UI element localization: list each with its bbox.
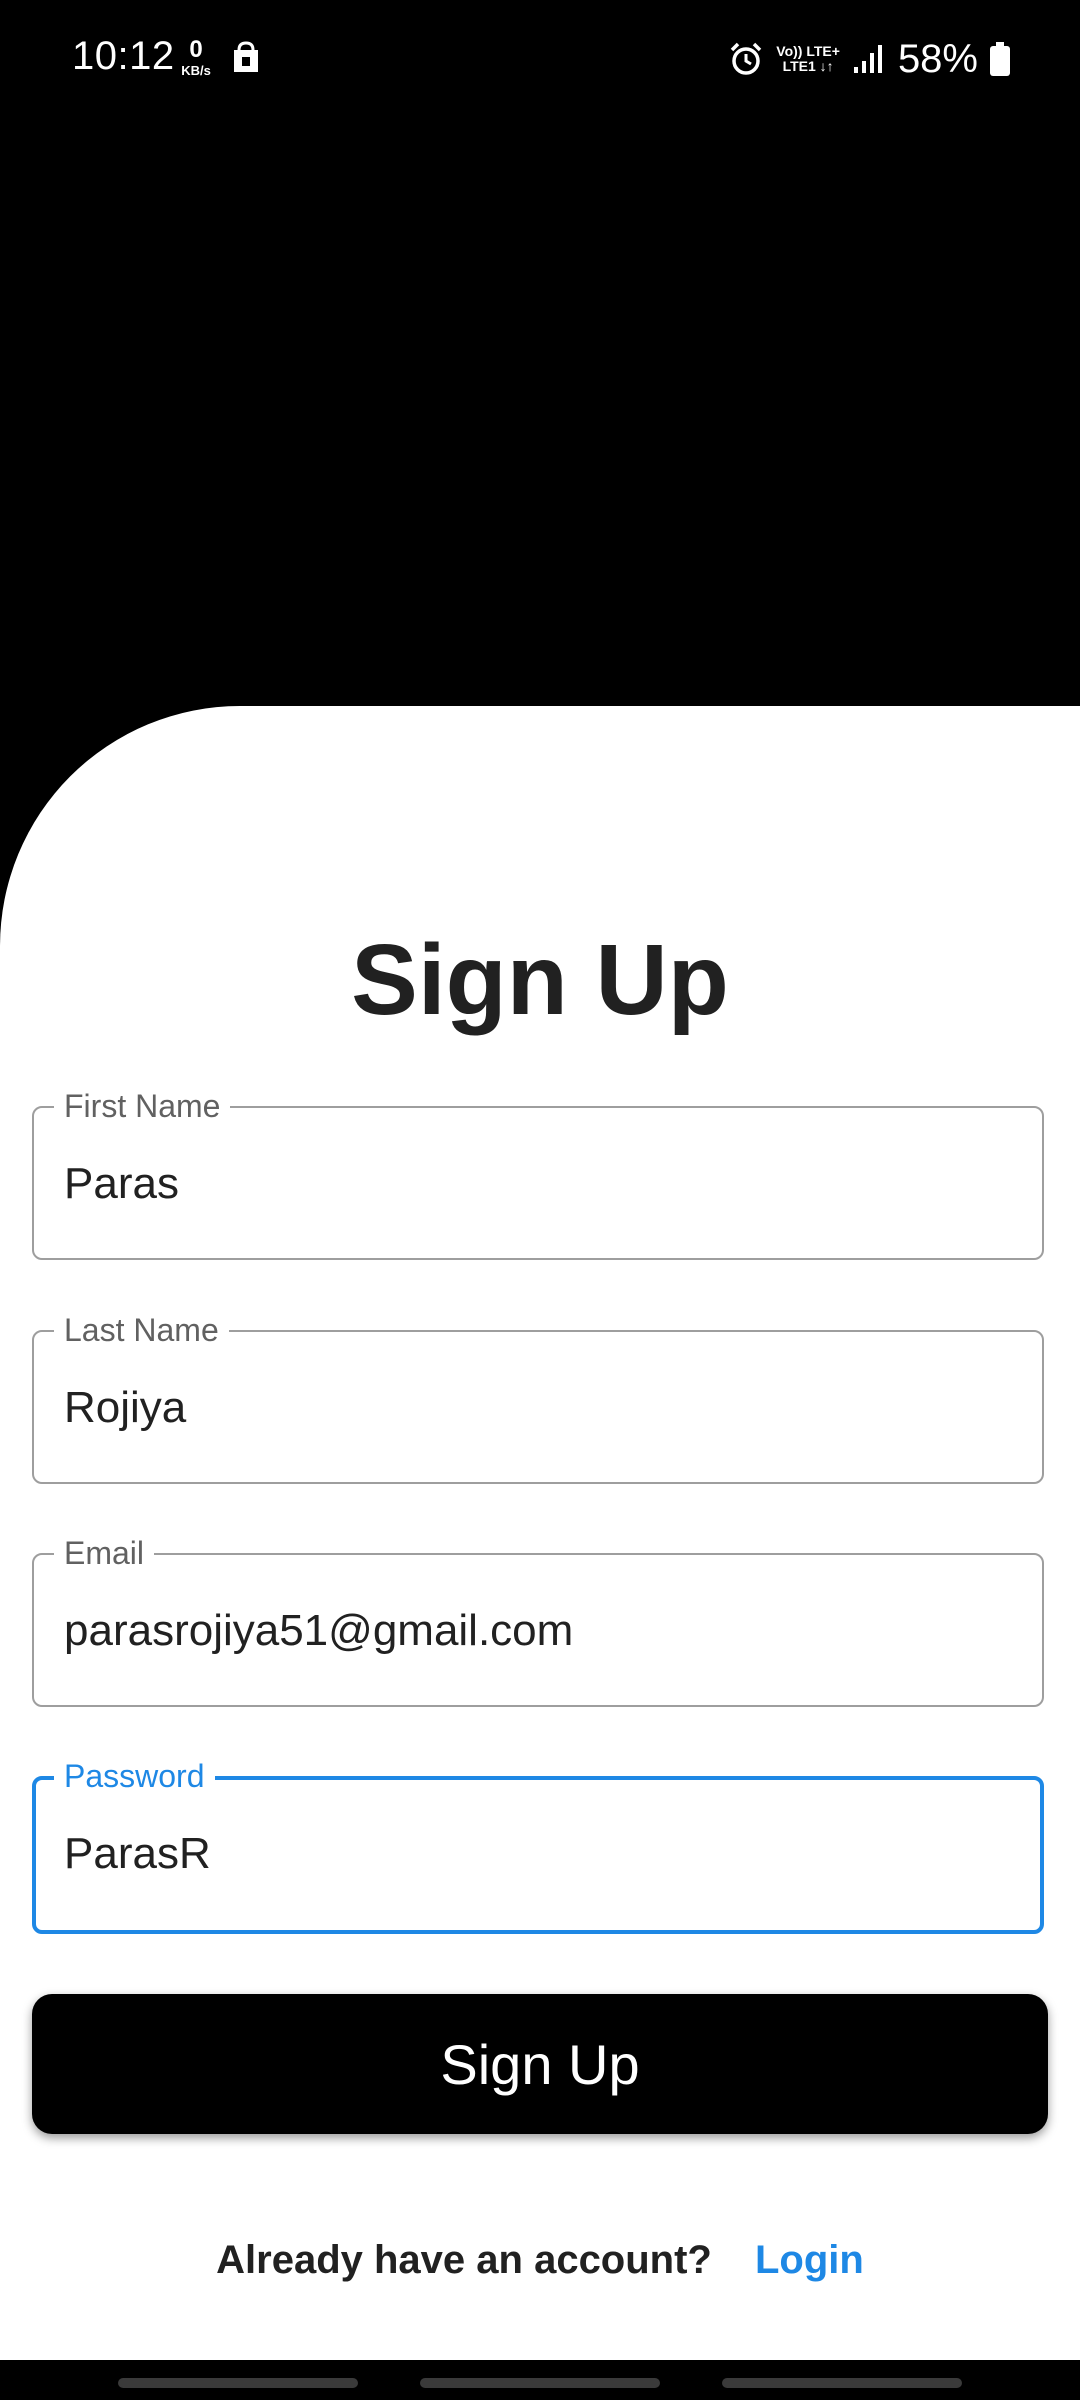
page-title: Sign Up — [351, 924, 729, 1036]
nav-recents-button[interactable] — [118, 2378, 358, 2388]
email-label: Email — [54, 1535, 155, 1571]
volte-bottom: LTE1 ↓↑ — [782, 58, 834, 74]
navigation-bar — [0, 2360, 1080, 2400]
net-speed-indicator: 0 KB/s — [176, 36, 216, 78]
first-name-field[interactable]: First Name Paras — [32, 1088, 1044, 1260]
email-value[interactable]: parasrojiya51@gmail.com — [64, 1605, 573, 1657]
last-name-label: Last Name — [54, 1312, 229, 1348]
login-prompt-row: Already have an account? Login — [0, 2232, 1080, 2288]
password-value[interactable]: ParasR — [64, 1828, 211, 1880]
nav-back-button[interactable] — [722, 2378, 962, 2388]
first-name-label: First Name — [54, 1088, 231, 1124]
net-speed-value: 0 — [189, 36, 203, 63]
password-field[interactable]: Password ParasR — [32, 1758, 1044, 1934]
first-name-value[interactable]: Paras — [64, 1158, 179, 1210]
nav-home-button[interactable] — [420, 2378, 660, 2388]
last-name-field[interactable]: Last Name Rojiya — [32, 1312, 1044, 1484]
signal-icon — [853, 45, 882, 73]
login-link[interactable]: Login — [755, 2238, 864, 2282]
login-prompt-text: Already have an account? — [216, 2238, 712, 2282]
volte-top: Vo)) LTE+ — [776, 42, 840, 59]
status-time: 10:12 — [72, 34, 175, 78]
app-notification-icon — [234, 41, 258, 72]
status-bar: 10:12 0 KB/s Vo)) LTE+ LTE1 ↓↑ 58% — [0, 0, 1080, 120]
email-field[interactable]: Email parasrojiya51@gmail.com — [32, 1535, 1044, 1707]
net-speed-unit: KB/s — [181, 63, 211, 78]
volte-indicator: Vo)) LTE+ LTE1 ↓↑ — [776, 42, 840, 75]
battery-icon — [990, 42, 1010, 76]
last-name-value[interactable]: Rojiya — [64, 1382, 186, 1434]
battery-percentage: 58% — [897, 36, 978, 81]
password-label: Password — [54, 1758, 215, 1794]
status-indicators: Vo)) LTE+ LTE1 ↓↑ 58% — [728, 34, 1010, 84]
sign-up-button[interactable]: Sign Up — [32, 1994, 1048, 2134]
alarm-icon — [731, 42, 762, 75]
